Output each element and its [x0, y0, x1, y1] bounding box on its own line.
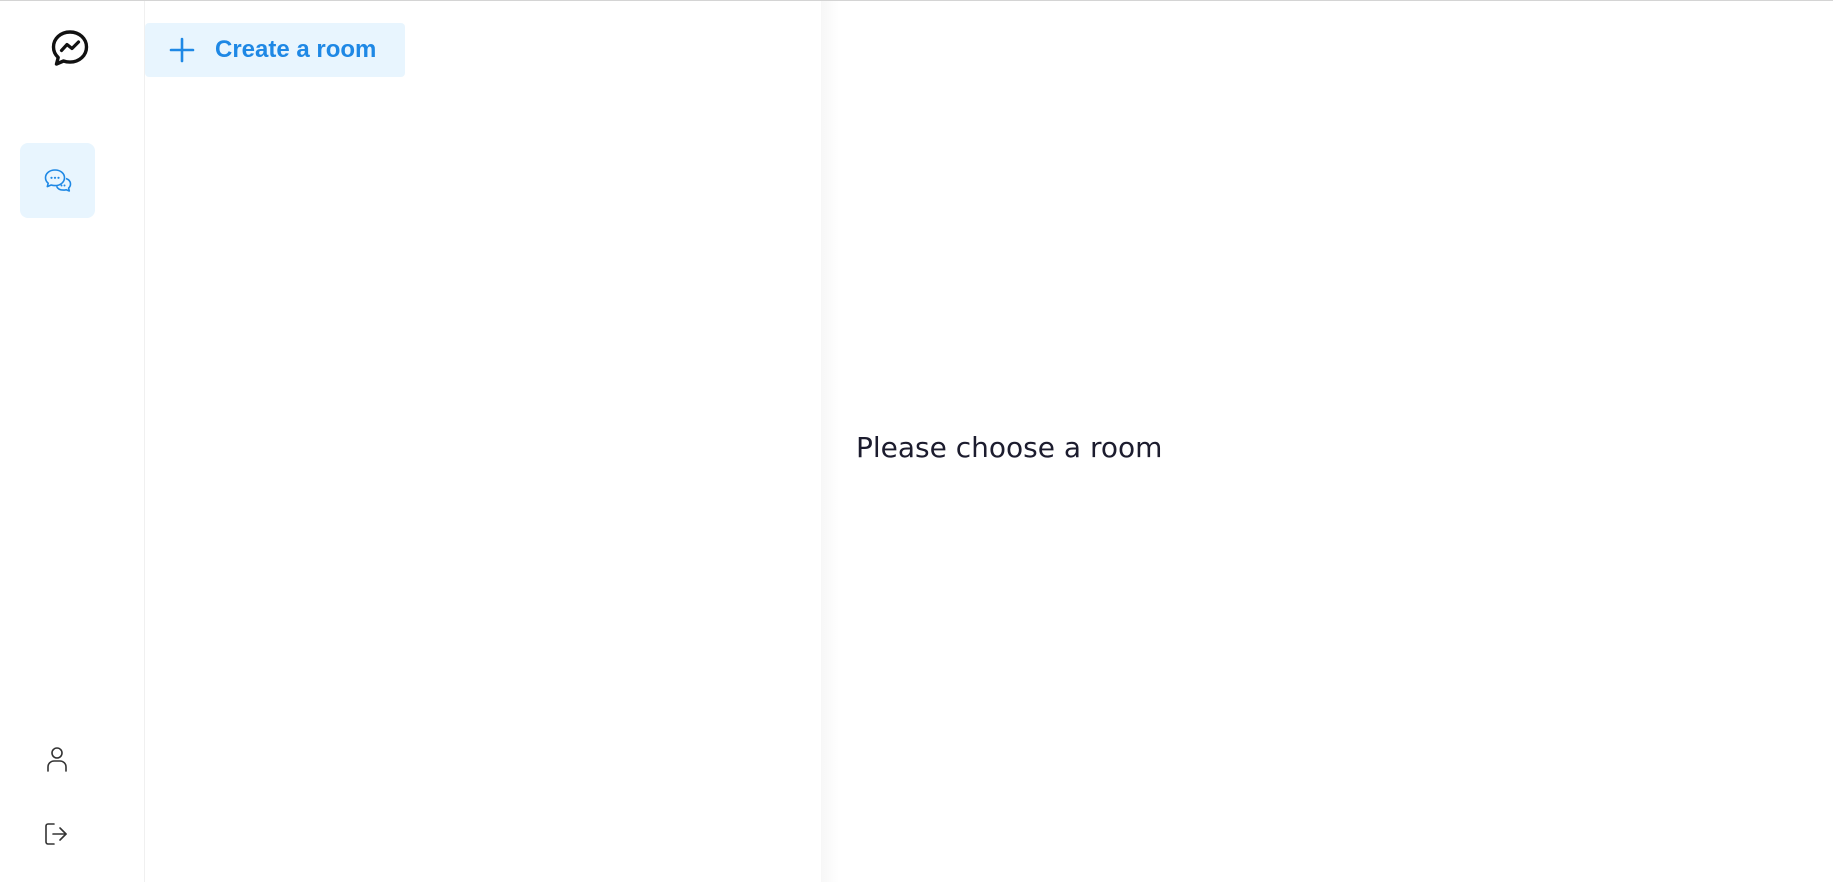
app-window: Create a room Please choose a room: [0, 0, 1833, 882]
icon-rail: [0, 1, 145, 882]
chat-bubbles-icon: [44, 168, 71, 192]
rooms-panel: Create a room: [145, 1, 821, 882]
create-room-button[interactable]: Create a room: [145, 23, 405, 77]
messenger-logo-icon: [51, 30, 89, 66]
empty-state-message: Please choose a room: [856, 431, 1163, 464]
sidebar-item-profile[interactable]: [42, 744, 72, 774]
logout-icon: [45, 823, 67, 845]
sidebar-item-chats[interactable]: [20, 143, 95, 218]
chat-main-area: Please choose a room: [821, 1, 1833, 882]
create-room-label: Create a room: [215, 36, 377, 63]
plus-icon: [169, 37, 195, 63]
user-icon: [47, 747, 67, 772]
sidebar-item-logout[interactable]: [42, 819, 72, 849]
